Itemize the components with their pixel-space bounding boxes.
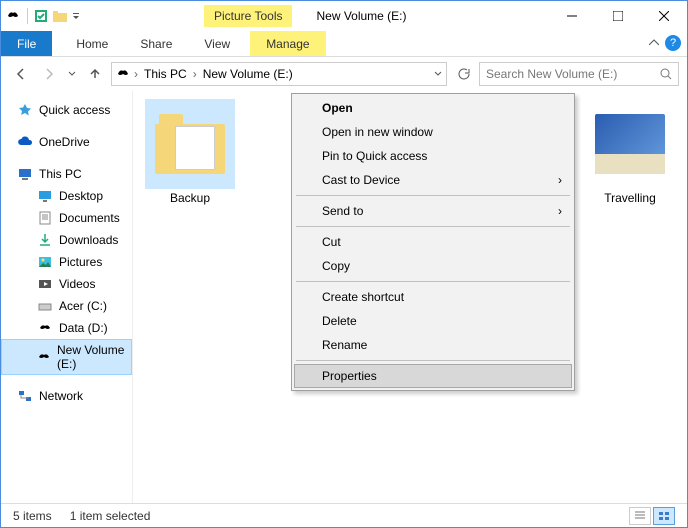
drive-icon — [37, 298, 53, 314]
separator — [296, 226, 570, 227]
qat-new-folder-icon[interactable] — [52, 9, 68, 23]
app-icon — [5, 8, 21, 24]
tab-share[interactable]: Share — [124, 31, 188, 56]
minimize-button[interactable] — [549, 1, 595, 31]
window-title: New Volume (E:) — [316, 9, 406, 23]
nav-drive-d[interactable]: Data (D:) — [1, 317, 132, 339]
contextual-tab-label: Picture Tools — [204, 5, 292, 27]
view-details-button[interactable] — [629, 507, 651, 525]
pictures-icon — [37, 254, 53, 270]
folder-label: Backup — [145, 191, 235, 205]
address-bar: › This PC › New Volume (E:) Search New V… — [1, 57, 687, 91]
folder-label: Travelling — [585, 191, 675, 205]
crumb-current[interactable]: New Volume (E:) — [201, 67, 295, 81]
nav-thispc[interactable]: This PC — [1, 163, 132, 185]
breadcrumb-pc-icon — [116, 67, 130, 81]
status-item-count: 5 items — [13, 509, 52, 523]
documents-icon — [37, 210, 53, 226]
folder-backup[interactable]: Backup — [145, 99, 235, 205]
ctx-create-shortcut[interactable]: Create shortcut — [294, 285, 572, 309]
search-box[interactable]: Search New Volume (E:) — [479, 62, 679, 86]
downloads-icon — [37, 232, 53, 248]
qat-dropdown-icon[interactable] — [72, 12, 80, 20]
up-button[interactable] — [83, 62, 107, 86]
context-menu: Open Open in new window Pin to Quick acc… — [291, 93, 575, 391]
videos-icon — [37, 276, 53, 292]
nav-downloads[interactable]: Downloads — [1, 229, 132, 251]
navigation-pane: Quick access OneDrive This PC Desktop Do… — [1, 91, 133, 503]
quick-access-toolbar — [1, 8, 84, 24]
pc-icon — [17, 166, 33, 182]
ctx-properties[interactable]: Properties — [294, 364, 572, 388]
ctx-rename[interactable]: Rename — [294, 333, 572, 357]
nav-network[interactable]: Network — [1, 385, 132, 407]
close-button[interactable] — [641, 1, 687, 31]
tab-manage[interactable]: Manage — [250, 31, 325, 56]
status-bar: 5 items 1 item selected — [1, 503, 687, 527]
ctx-open-new-window[interactable]: Open in new window — [294, 120, 572, 144]
maximize-button[interactable] — [595, 1, 641, 31]
separator — [296, 281, 570, 282]
nav-drive-c[interactable]: Acer (C:) — [1, 295, 132, 317]
search-icon — [660, 68, 672, 80]
help-icon[interactable]: ? — [665, 35, 681, 51]
nav-onedrive[interactable]: OneDrive — [1, 131, 132, 153]
nav-quick-access[interactable]: Quick access — [1, 99, 132, 121]
picture-folder-icon — [595, 114, 665, 174]
nav-documents[interactable]: Documents — [1, 207, 132, 229]
separator — [296, 360, 570, 361]
title-bar: Picture Tools New Volume (E:) — [1, 1, 687, 31]
ribbon-tabs: File Home Share View Manage — [1, 31, 687, 57]
star-icon — [17, 102, 33, 118]
cloud-icon — [17, 134, 33, 150]
search-placeholder: Search New Volume (E:) — [486, 67, 617, 81]
folder-travelling[interactable]: Travelling — [585, 99, 675, 205]
folder-icon — [155, 114, 225, 174]
recent-dropdown[interactable] — [65, 62, 79, 86]
network-icon — [17, 388, 33, 404]
qat-properties-icon[interactable] — [34, 9, 48, 23]
ribbon-expand-icon[interactable] — [649, 38, 659, 48]
breadcrumb[interactable]: › This PC › New Volume (E:) — [111, 62, 447, 86]
crumb-thispc[interactable]: This PC — [142, 67, 189, 81]
ctx-send-to[interactable]: Send to› — [294, 199, 572, 223]
ctx-open[interactable]: Open — [294, 96, 572, 120]
nav-videos[interactable]: Videos — [1, 273, 132, 295]
nav-desktop[interactable]: Desktop — [1, 185, 132, 207]
drive-icon — [37, 349, 51, 365]
nav-pictures[interactable]: Pictures — [1, 251, 132, 273]
address-dropdown-icon[interactable] — [434, 70, 442, 78]
chevron-right-icon: › — [558, 204, 562, 218]
drive-icon — [37, 320, 53, 336]
tab-home[interactable]: Home — [60, 31, 124, 56]
view-large-icons-button[interactable] — [653, 507, 675, 525]
chevron-right-icon[interactable]: › — [193, 67, 197, 81]
nav-drive-e[interactable]: New Volume (E:) — [1, 339, 132, 375]
ctx-cast-to-device[interactable]: Cast to Device› — [294, 168, 572, 192]
tab-file[interactable]: File — [1, 31, 52, 56]
refresh-button[interactable] — [451, 62, 475, 86]
back-button[interactable] — [9, 62, 33, 86]
ctx-cut[interactable]: Cut — [294, 230, 572, 254]
chevron-right-icon[interactable]: › — [134, 67, 138, 81]
status-selected-count: 1 item selected — [70, 509, 151, 523]
chevron-right-icon: › — [558, 173, 562, 187]
desktop-icon — [37, 188, 53, 204]
tab-view[interactable]: View — [188, 31, 246, 56]
forward-button[interactable] — [37, 62, 61, 86]
ctx-copy[interactable]: Copy — [294, 254, 572, 278]
ctx-pin-quick-access[interactable]: Pin to Quick access — [294, 144, 572, 168]
ctx-delete[interactable]: Delete — [294, 309, 572, 333]
separator — [296, 195, 570, 196]
